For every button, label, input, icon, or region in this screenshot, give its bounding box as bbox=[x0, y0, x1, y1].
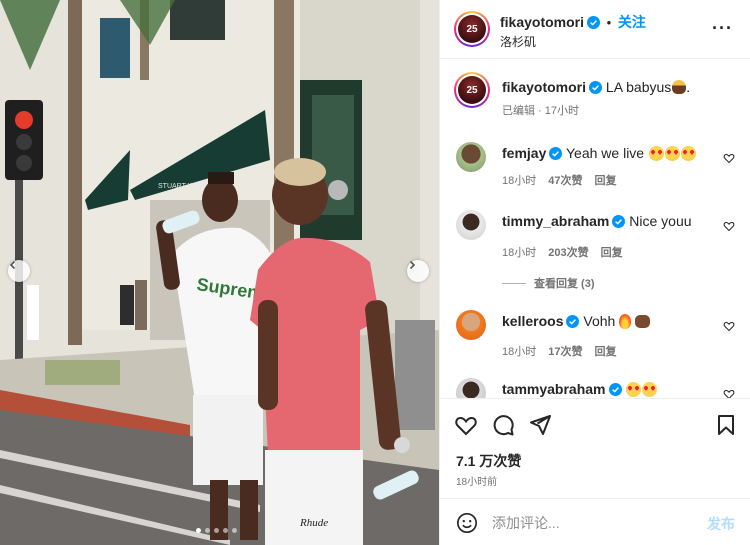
caption-time: 17小时 bbox=[544, 105, 580, 117]
like-comment-heart-icon[interactable] bbox=[723, 320, 735, 332]
carousel-dot bbox=[196, 528, 201, 533]
heart-eyes-emoji-icon bbox=[626, 382, 642, 397]
verified-badge-icon bbox=[549, 147, 563, 160]
post-side-panel: 25 fikayotomori • 关注 洛杉矶 ··· 25 fikayoto… bbox=[439, 0, 750, 545]
comment-body: femjay Yeah we live bbox=[502, 144, 715, 162]
carousel-indicator bbox=[196, 528, 237, 533]
share-send-icon[interactable] bbox=[528, 413, 552, 437]
comment-likes[interactable]: 47次赞 bbox=[548, 172, 582, 188]
chevron-right-icon bbox=[409, 260, 416, 270]
reply-button[interactable]: 回复 bbox=[595, 172, 617, 188]
fist-emoji-icon bbox=[635, 315, 651, 328]
carousel-prev-button[interactable] bbox=[8, 260, 30, 282]
carousel-dot bbox=[205, 528, 210, 533]
like-comment-heart-icon[interactable] bbox=[723, 152, 735, 164]
comment-likes[interactable]: 17次赞 bbox=[548, 343, 582, 359]
view-replies-line bbox=[502, 282, 526, 284]
caption-text: LA babyus bbox=[605, 79, 672, 95]
carousel-dot bbox=[232, 528, 237, 533]
verified-badge-icon bbox=[566, 315, 580, 328]
more-options-icon[interactable]: ··· bbox=[712, 18, 733, 39]
comment-avatar[interactable] bbox=[456, 310, 486, 340]
comment-text: Vohh bbox=[583, 313, 616, 329]
author-avatar-image: 25 bbox=[458, 15, 486, 43]
like-count[interactable]: 7.1 万次赞 bbox=[456, 451, 521, 471]
caption-emoji-icon bbox=[672, 80, 687, 94]
post-header: 25 fikayotomori • 关注 洛杉矶 ··· bbox=[440, 0, 750, 59]
fire-emoji-icon bbox=[619, 314, 632, 329]
comment-input[interactable] bbox=[492, 513, 692, 533]
comment-avatar[interactable] bbox=[456, 378, 486, 398]
carousel-dot bbox=[214, 528, 219, 533]
reply-button[interactable]: 回复 bbox=[601, 244, 623, 260]
like-comment-heart-icon[interactable] bbox=[723, 220, 735, 232]
follow-button[interactable]: 关注 bbox=[618, 14, 646, 30]
save-bookmark-icon[interactable] bbox=[714, 413, 738, 437]
like-heart-icon[interactable] bbox=[454, 413, 478, 437]
post-comment-button[interactable]: 发布 bbox=[707, 514, 735, 534]
comment-body: tammyabraham bbox=[502, 380, 715, 398]
heart-eyes-emoji-icon bbox=[680, 146, 696, 161]
svg-text:Rhude: Rhude bbox=[299, 517, 328, 529]
post-photo[interactable]: STUART WEITZMAN Supreme Rhude bbox=[0, 0, 439, 545]
comment-likes[interactable]: 203次赞 bbox=[548, 244, 588, 260]
location-label[interactable]: 洛杉矶 bbox=[500, 33, 536, 50]
comment-body: timmy_abraham Nice youu bbox=[502, 212, 715, 230]
comment-meta: 18小时 203次赞 回复 bbox=[502, 244, 623, 260]
caption-meta: 已编辑 · 17小时 bbox=[502, 105, 580, 117]
comment-bubble-icon[interactable] bbox=[491, 413, 515, 437]
comment-avatar[interactable] bbox=[456, 142, 486, 172]
chevron-left-icon bbox=[9, 260, 16, 270]
heart-eyes-emoji-icon bbox=[664, 146, 680, 161]
comment-username[interactable]: timmy_abraham bbox=[502, 213, 609, 229]
comment-text: Yeah we live bbox=[566, 145, 645, 161]
comment-username[interactable]: tammyabraham bbox=[502, 381, 606, 397]
heart-eyes-emoji-icon bbox=[648, 146, 664, 161]
view-replies-label: 查看回复 (3) bbox=[534, 278, 595, 290]
verified-badge-icon bbox=[608, 383, 622, 396]
instagram-post-modal: STUART WEITZMAN Supreme Rhude 25 fikayot… bbox=[0, 0, 750, 545]
post-actions: 7.1 万次赞 18小时前 bbox=[440, 398, 750, 498]
comment-username[interactable]: femjay bbox=[502, 145, 546, 161]
author-avatar[interactable]: 25 bbox=[454, 72, 490, 108]
comment-time: 18小时 bbox=[502, 247, 537, 259]
caption-username[interactable]: fikayotomori bbox=[502, 79, 586, 95]
edited-label: 已编辑 bbox=[502, 105, 535, 117]
comment-meta: 18小时 47次赞 回复 bbox=[502, 172, 617, 188]
post-timestamp[interactable]: 18小时前 bbox=[456, 473, 497, 488]
carousel-next-button[interactable] bbox=[407, 260, 429, 282]
like-comment-heart-icon[interactable] bbox=[723, 388, 735, 398]
carousel-dot bbox=[223, 528, 228, 533]
comment-composer: 发布 bbox=[440, 498, 750, 545]
view-replies-button[interactable]: 查看回复 (3) bbox=[502, 275, 595, 291]
reply-button[interactable]: 回复 bbox=[595, 343, 617, 359]
verified-badge-icon bbox=[587, 16, 601, 29]
comment-time: 18小时 bbox=[502, 175, 537, 187]
comment-meta: 18小时 17次赞 回复 bbox=[502, 343, 617, 359]
verified-badge-icon bbox=[612, 215, 626, 228]
verified-badge-icon bbox=[589, 81, 603, 94]
comment-body: kelleroos Vohh bbox=[502, 312, 715, 330]
comment-username[interactable]: kelleroos bbox=[502, 313, 563, 329]
comment-avatar[interactable] bbox=[456, 210, 486, 240]
comment-time: 18小时 bbox=[502, 346, 537, 358]
author-username[interactable]: fikayotomori bbox=[500, 14, 584, 30]
comments-list[interactable]: 25 fikayotomori LA babyus. 已编辑 · 17小时 fe… bbox=[440, 60, 750, 398]
caption-suffix: . bbox=[686, 79, 691, 95]
author-avatar[interactable]: 25 bbox=[454, 11, 490, 47]
emoji-smile-icon[interactable] bbox=[456, 512, 478, 534]
author-avatar-image: 25 bbox=[458, 76, 486, 104]
comment-text: Nice youu bbox=[629, 213, 692, 229]
heart-eyes-emoji-icon bbox=[642, 382, 658, 397]
caption-body: fikayotomori LA babyus. bbox=[502, 78, 735, 96]
photo-illustration: STUART WEITZMAN Supreme Rhude bbox=[0, 0, 439, 545]
